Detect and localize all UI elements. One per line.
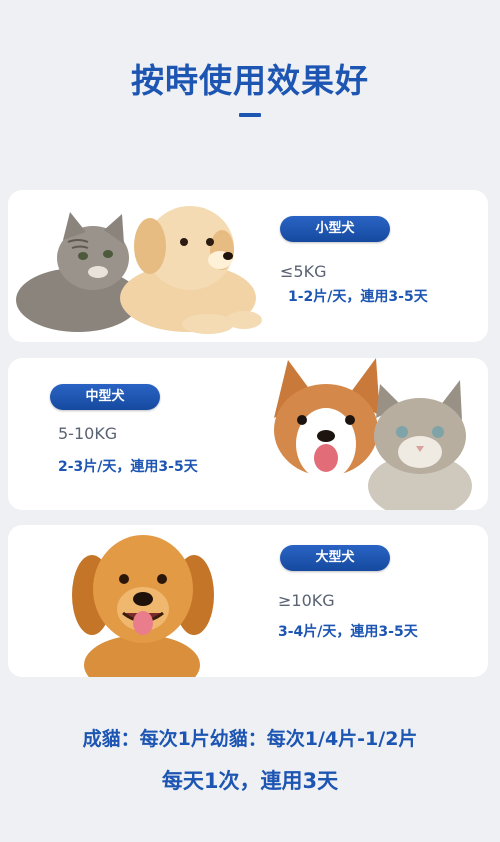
weight-range: 5-10KG: [58, 424, 118, 443]
dosage-card-small: 小型犬 ≤5KG 1-2片/天，連用3-5天: [8, 190, 488, 342]
size-badge: 小型犬: [280, 216, 390, 242]
size-badge: 大型犬: [280, 545, 390, 571]
corgi-and-cat-photo: [274, 358, 472, 510]
frequency-note: 每天1次，連用3天: [161, 769, 339, 793]
weight-range: ≥10KG: [278, 591, 335, 610]
weight-range: ≤5KG: [280, 262, 327, 281]
dosage-text: 3-4片/天，連用3-5天: [278, 624, 418, 640]
golden-retriever-photo: [72, 535, 214, 677]
title-underline: [239, 113, 261, 117]
size-badge: 中型犬: [50, 384, 160, 410]
dosage-card-medium: 中型犬 5-10KG 2-3片/天，連用3-5天: [8, 358, 488, 510]
dosage-text: 2-3片/天，連用3-5天: [58, 459, 198, 475]
kitten-and-puppy-photo: [16, 206, 262, 334]
dosage-text: 1-2片/天，連用3-5天: [288, 289, 428, 305]
dosage-card-large: 大型犬 ≥10KG 3-4片/天，連用3-5天: [8, 525, 488, 677]
cat-dosage-note: 成貓：每次1片幼貓：每次1/4片-1/2片: [82, 728, 418, 750]
page-title: 按時使用效果好: [131, 61, 369, 100]
